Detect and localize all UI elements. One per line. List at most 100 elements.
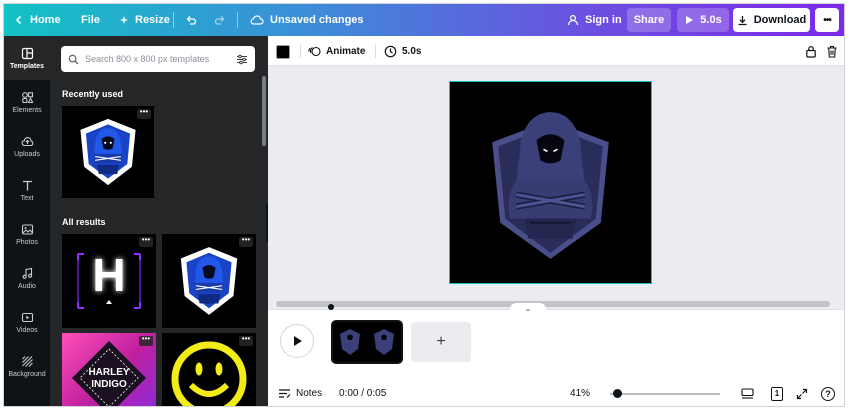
background-icon	[21, 355, 33, 367]
canvas-area	[268, 66, 844, 309]
undo-icon	[186, 16, 197, 25]
scrollbar-thumb[interactable]	[276, 301, 830, 307]
more-options-button[interactable]: •••	[139, 335, 153, 346]
time-readout: 0:00 / 0:05	[339, 379, 387, 406]
rail-item-templates[interactable]: Templates	[4, 36, 50, 80]
redo-button[interactable]	[214, 4, 226, 36]
hooded-mascot-logo[interactable]	[450, 82, 651, 283]
download-button[interactable]: Download	[733, 8, 810, 32]
play-icon	[293, 336, 302, 346]
more-button[interactable]: •••	[815, 8, 839, 32]
animate-button[interactable]: Animate	[308, 36, 365, 66]
zoom-label: 41%	[570, 388, 591, 399]
duration-label: 5.0s	[402, 45, 422, 57]
photos-icon	[21, 223, 33, 235]
rail-item-background[interactable]: Background	[4, 344, 50, 388]
help-icon: ?	[821, 386, 835, 401]
color-swatch[interactable]	[276, 45, 290, 59]
templates-panel: Search 800 x 800 px templates Recently u…	[50, 36, 268, 406]
timeline-clip[interactable]	[331, 320, 403, 364]
template-thumb-smiley[interactable]: •••	[162, 333, 256, 406]
design-page[interactable]	[449, 81, 652, 284]
all-results-title: All results	[62, 217, 106, 227]
template-thumb-mascot[interactable]: •••	[162, 234, 256, 328]
duration-button[interactable]: 5.0s	[384, 36, 421, 66]
playhead[interactable]	[328, 304, 334, 310]
timeline-toggle[interactable]: ⌄	[510, 303, 546, 315]
notes-icon	[279, 389, 291, 398]
panel-scrollbar[interactable]	[262, 76, 266, 146]
resize-label: Resize	[135, 14, 170, 26]
download-label: Download	[753, 14, 807, 26]
template-thumb-h[interactable]: H •••	[62, 234, 156, 328]
search-icon	[68, 54, 79, 64]
file-menu[interactable]: File	[81, 4, 100, 36]
page-icon: 1	[771, 386, 783, 401]
rail-item-audio[interactable]: Audio	[4, 256, 50, 300]
mascot-thumbnail	[340, 329, 360, 355]
rail-item-text[interactable]: Text	[4, 168, 50, 212]
plus-icon: +	[436, 333, 446, 350]
search-input[interactable]: Search 800 x 800 px templates	[85, 54, 230, 64]
template-search[interactable]: Search 800 x 800 px templates	[61, 46, 255, 72]
template-thumb-harley[interactable]: HARLEY INDIGO •••	[62, 333, 156, 406]
divider	[300, 44, 301, 58]
rail-label: Uploads	[14, 150, 40, 158]
filter-icon[interactable]	[236, 54, 248, 65]
hooded-mascot-image	[180, 247, 238, 315]
rail-label: Text	[20, 194, 34, 202]
zoom-readout: 41%	[570, 379, 591, 406]
elements-icon	[21, 91, 33, 103]
more-options-button[interactable]: •••	[239, 335, 253, 346]
divider	[237, 12, 238, 28]
resize-button[interactable]: Resize	[119, 4, 170, 36]
grid-view-button[interactable]	[741, 379, 754, 406]
animate-label: Animate	[326, 45, 366, 57]
fullscreen-button[interactable]	[796, 379, 808, 406]
more-options-button[interactable]: •••	[139, 236, 153, 247]
more-options-button[interactable]: •••	[239, 236, 253, 247]
rail-label: Background	[8, 370, 46, 378]
zoom-slider-handle[interactable]	[613, 389, 622, 398]
rail-item-elements[interactable]: Elements	[4, 80, 50, 124]
signin-button[interactable]: Sign in	[567, 4, 622, 36]
recent-template-thumb[interactable]: •••	[62, 106, 154, 198]
delete-button[interactable]	[826, 36, 838, 66]
h-letter: H	[92, 249, 126, 301]
rail-item-uploads[interactable]: Uploads	[4, 124, 50, 168]
harley-text-line2: INDIGO	[91, 379, 127, 390]
status-text: Unsaved changes	[270, 14, 364, 26]
redo-icon	[214, 16, 225, 25]
animate-icon	[308, 46, 321, 57]
page-count-button[interactable]: 1	[771, 379, 783, 406]
chevron-left-icon	[15, 15, 22, 25]
time-label: 0:00 / 0:05	[339, 388, 387, 399]
zoom-slider[interactable]	[610, 393, 720, 395]
editor-toolbar: Animate 5.0s	[268, 36, 844, 66]
side-rail: Templates Elements Uploads Text Photos A…	[4, 36, 50, 406]
share-label: Share	[633, 14, 665, 26]
play-button[interactable]	[280, 324, 314, 358]
mascot-thumbnail	[374, 329, 394, 355]
undo-button[interactable]	[185, 4, 197, 36]
rail-label: Elements	[12, 106, 42, 114]
lock-button[interactable]	[805, 36, 817, 66]
share-button[interactable]: Share	[627, 8, 671, 32]
lock-icon	[806, 45, 816, 58]
hooded-mascot-image	[80, 118, 136, 186]
home-button[interactable]: Home	[14, 4, 61, 36]
more-options-button[interactable]: •••	[137, 108, 151, 119]
present-duration: 5.0s	[700, 14, 722, 26]
help-button[interactable]: ?	[821, 379, 835, 406]
rail-label: Templates	[9, 62, 45, 70]
rail-item-photos[interactable]: Photos	[4, 212, 50, 256]
add-page-button[interactable]: +	[411, 322, 471, 362]
divider	[173, 12, 174, 28]
page-number: 1	[774, 388, 780, 398]
canvas-hscrollbar[interactable]	[268, 300, 844, 308]
trash-icon	[827, 45, 837, 58]
notes-button[interactable]: Notes	[278, 379, 322, 406]
cloud-icon	[250, 15, 264, 25]
present-button[interactable]: 5.0s	[677, 8, 729, 32]
rail-item-videos[interactable]: Videos	[4, 300, 50, 344]
